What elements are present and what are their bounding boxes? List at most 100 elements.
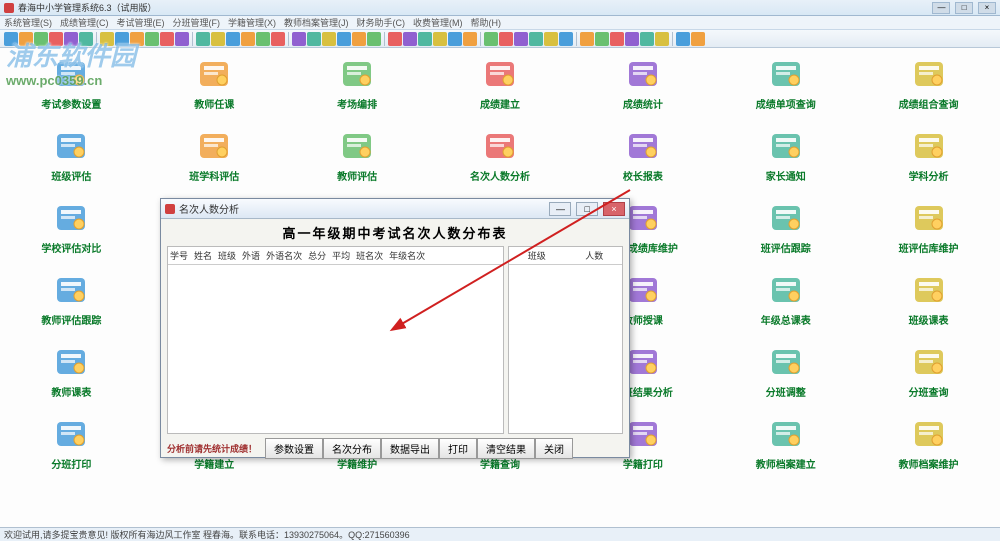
teacher-assign-item[interactable]: 教师任课 (143, 56, 286, 128)
column-header: 总分 (308, 249, 326, 262)
class-schedule-item[interactable]: 班级课表 (857, 272, 1000, 344)
class-track-item[interactable]: 班评估跟踪 (714, 200, 857, 272)
teacher-track-icon (53, 272, 89, 308)
student-db-icon (625, 200, 661, 236)
toolbar-button[interactable] (211, 32, 225, 46)
score-create-item[interactable]: 成绩建立 (429, 56, 572, 128)
toolbar-button[interactable] (352, 32, 366, 46)
close-button[interactable]: × (978, 2, 996, 14)
divide-query-item[interactable]: 分班查询 (857, 344, 1000, 416)
toolbar-button[interactable] (196, 32, 210, 46)
toolbar-button[interactable] (691, 32, 705, 46)
class-subject-eval-item[interactable]: 班学科评估 (143, 128, 286, 200)
toolbar-button[interactable] (595, 32, 609, 46)
dialog-清空结果-button[interactable]: 清空结果 (477, 438, 535, 459)
toolbar-button[interactable] (130, 32, 144, 46)
toolbar-button[interactable] (175, 32, 189, 46)
teacher-schedule-item[interactable]: 教师课表 (0, 344, 143, 416)
dialog-关闭-button[interactable]: 关闭 (535, 438, 573, 459)
maximize-button[interactable]: □ (955, 2, 973, 14)
menu-item[interactable]: 分班管理(F) (173, 16, 221, 29)
dialog-maximize-button[interactable]: □ (576, 202, 598, 216)
toolbar-button[interactable] (49, 32, 63, 46)
toolbar-button[interactable] (580, 32, 594, 46)
dialog-数据导出-button[interactable]: 数据导出 (381, 438, 439, 459)
toolbar-button[interactable] (226, 32, 240, 46)
menu-item[interactable]: 收费管理(M) (413, 16, 463, 29)
toolbar-button[interactable] (529, 32, 543, 46)
toolbar-button[interactable] (610, 32, 624, 46)
toolbar-button[interactable] (448, 32, 462, 46)
toolbar-button[interactable] (625, 32, 639, 46)
toolbar-button[interactable] (655, 32, 669, 46)
score-single-query-item[interactable]: 成绩单项查询 (714, 56, 857, 128)
column-header: 班名次 (356, 249, 383, 262)
class-schedule-icon (911, 272, 947, 308)
dialog-名次分布-button[interactable]: 名次分布 (323, 438, 381, 459)
toolbar-button[interactable] (271, 32, 285, 46)
toolbar-button[interactable] (34, 32, 48, 46)
parent-notice-item[interactable]: 家长通知 (714, 128, 857, 200)
toolbar-button[interactable] (79, 32, 93, 46)
class-eval-item[interactable]: 班级评估 (0, 128, 143, 200)
toolbar-button[interactable] (433, 32, 447, 46)
exam-params-item[interactable]: 考试参数设置 (0, 56, 143, 128)
toolbar-button[interactable] (559, 32, 573, 46)
menu-item[interactable]: 教师档案管理(J) (284, 16, 349, 29)
class-eval-db-item[interactable]: 班评估库维护 (857, 200, 1000, 272)
dialog-app-icon (165, 204, 175, 214)
toolbar-button[interactable] (145, 32, 159, 46)
menu-item[interactable]: 成绩管理(C) (60, 16, 109, 29)
menu-item[interactable]: 财务助手(C) (357, 16, 406, 29)
grade-schedule-item[interactable]: 年级总课表 (714, 272, 857, 344)
toolbar-button[interactable] (115, 32, 129, 46)
dialog-打印-button[interactable]: 打印 (439, 438, 477, 459)
toolbar-button[interactable] (4, 32, 18, 46)
dialog-minimize-button[interactable]: — (549, 202, 571, 216)
toolbar-button[interactable] (463, 32, 477, 46)
toolbar-button[interactable] (64, 32, 78, 46)
dialog-close-button[interactable]: × (603, 202, 625, 216)
teacher-file-create-item[interactable]: 教师档案建立 (714, 416, 857, 488)
divide-print-item[interactable]: 分班打印 (0, 416, 143, 488)
toolbar-button[interactable] (292, 32, 306, 46)
score-combo-query-item[interactable]: 成绩组合查询 (857, 56, 1000, 128)
toolbar-button[interactable] (544, 32, 558, 46)
teacher-track-item[interactable]: 教师评估跟踪 (0, 272, 143, 344)
toolbar-button[interactable] (499, 32, 513, 46)
rank-count-item[interactable]: 名次人数分析 (429, 128, 572, 200)
toolbar-button[interactable] (322, 32, 336, 46)
divide-adjust-item[interactable]: 分班调整 (714, 344, 857, 416)
subject-analysis-item[interactable]: 学科分析 (857, 128, 1000, 200)
toolbar-button[interactable] (241, 32, 255, 46)
score-stats-item[interactable]: 成绩统计 (571, 56, 714, 128)
titlebar: 春海中小学管理系统6.3（试用版） — □ × (0, 0, 1000, 16)
toolbar-button[interactable] (367, 32, 381, 46)
toolbar-button[interactable] (418, 32, 432, 46)
score-single-query-icon (768, 56, 804, 92)
toolbar-button[interactable] (403, 32, 417, 46)
toolbar-button[interactable] (640, 32, 654, 46)
toolbar-button[interactable] (256, 32, 270, 46)
toolbar-button[interactable] (388, 32, 402, 46)
exam-room-item[interactable]: 考场编排 (286, 56, 429, 128)
toolbar-button[interactable] (100, 32, 114, 46)
toolbar-button[interactable] (337, 32, 351, 46)
toolbar-button[interactable] (484, 32, 498, 46)
toolbar-button[interactable] (676, 32, 690, 46)
menu-item[interactable]: 学籍管理(X) (228, 16, 276, 29)
menu-item[interactable]: 考试管理(E) (117, 16, 165, 29)
toolbar-button[interactable] (19, 32, 33, 46)
dialog-参数设置-button[interactable]: 参数设置 (265, 438, 323, 459)
principal-report-item[interactable]: 校长报表 (571, 128, 714, 200)
toolbar-button[interactable] (514, 32, 528, 46)
menu-item[interactable]: 帮助(H) (471, 16, 502, 29)
school-compare-item[interactable]: 学校评估对比 (0, 200, 143, 272)
teacher-file-maintain-item[interactable]: 教师档案维护 (857, 416, 1000, 488)
toolbar-button[interactable] (307, 32, 321, 46)
teacher-eval-icon (339, 128, 375, 164)
teacher-eval-item[interactable]: 教师评估 (286, 128, 429, 200)
minimize-button[interactable]: — (932, 2, 950, 14)
toolbar-button[interactable] (160, 32, 174, 46)
menu-item[interactable]: 系统管理(S) (4, 16, 52, 29)
